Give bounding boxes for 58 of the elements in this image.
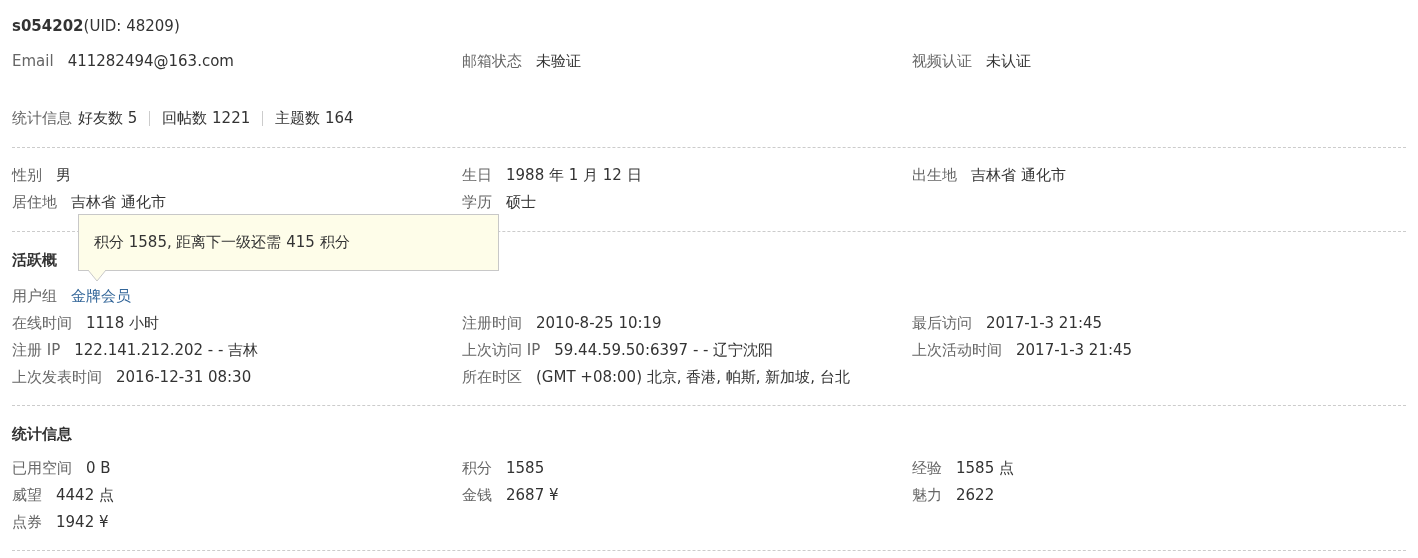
field-value: 411282494@163.com [67, 52, 234, 70]
field-value: 2687 ¥ [506, 486, 559, 504]
field-label: 在线时间 [12, 314, 72, 332]
field-label: 注册时间 [462, 314, 522, 332]
field-label: 魅力 [912, 486, 942, 504]
stat-item: 主题数 164 [262, 111, 366, 126]
field-label: 上次访问 IP [462, 341, 541, 359]
field-value: 男 [56, 166, 71, 184]
field-value: 硕士 [506, 193, 536, 211]
section-heading: 活跃概 [12, 250, 58, 271]
field-label: 威望 [12, 486, 42, 504]
username: s054202 [12, 17, 84, 35]
field-label: 上次活动时间 [912, 341, 1002, 359]
field-label: 所在时区 [462, 368, 522, 386]
field-value: 1585 [506, 459, 545, 477]
field-value: 未认证 [986, 52, 1031, 70]
field-label: 性别 [12, 166, 42, 184]
field-label: 用户组 [12, 287, 57, 305]
stat-item: 回帖数 1221 [149, 111, 263, 126]
field-label: 上次发表时间 [12, 368, 102, 386]
field-label: 积分 [462, 459, 492, 477]
field-value: 2017-1-3 21:45 [986, 314, 1103, 332]
field-label: 最后访问 [912, 314, 972, 332]
field-value: 2017-1-3 21:45 [1016, 341, 1133, 359]
field-label: 经验 [912, 459, 942, 477]
field-label: Email [12, 52, 54, 70]
field-value: 吉林省 通化市 [971, 166, 1066, 184]
field-value: 0 B [86, 459, 111, 477]
section-heading: 统计信息 [12, 424, 73, 445]
field-value: 1988 年 1 月 12 日 [506, 166, 642, 184]
stat-item: 好友数 5 [77, 111, 139, 126]
field-label: 邮箱状态 [462, 52, 522, 70]
field-value: (GMT +08:00) 北京, 香港, 帕斯, 新加坡, 台北 [536, 368, 850, 386]
field-value: 1118 小时 [86, 314, 159, 332]
field-value: 2622 [956, 486, 995, 504]
field-value: 吉林省 通化市 [71, 193, 166, 211]
field-value: 122.141.212.202 - - 吉林 [74, 341, 259, 359]
user-group-link[interactable]: 金牌会员 [71, 287, 131, 305]
field-value: 2016-12-31 08:30 [116, 368, 252, 386]
tooltip-pointer [88, 270, 106, 282]
user-id: (UID: 48209) [83, 17, 180, 35]
field-label: 学历 [462, 193, 492, 211]
field-label: 注册 IP [12, 341, 61, 359]
field-label: 已用空间 [12, 459, 72, 477]
field-label: 金钱 [462, 486, 492, 504]
stats-label: 统计信息 [12, 108, 72, 129]
field-value: 2010-8-25 10:19 [536, 314, 662, 332]
field-label: 出生地 [912, 166, 957, 184]
field-value: 1585 点 [956, 459, 1014, 477]
field-label: 点券 [12, 513, 42, 531]
tooltip: 积分 1585, 距离下一级还需 415 积分 [78, 214, 499, 271]
field-value: 未验证 [536, 52, 581, 70]
field-label: 生日 [462, 166, 492, 184]
field-label: 居住地 [12, 193, 57, 211]
field-value: 1942 ¥ [56, 513, 109, 531]
field-label: 视频认证 [912, 52, 972, 70]
field-value: 59.44.59.50:6397 - - 辽宁沈阳 [554, 341, 774, 359]
field-value: 4442 点 [56, 486, 114, 504]
